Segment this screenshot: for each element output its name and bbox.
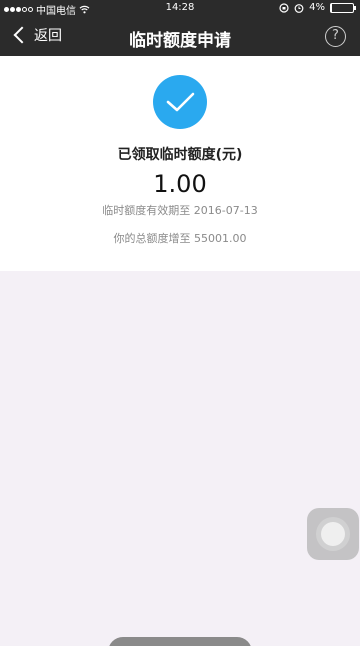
- expiry-text: 临时额度有效期至 2016-07-13: [102, 204, 258, 217]
- status-right: 4%: [279, 2, 356, 13]
- nav-bar: 返回 临时额度申请 ?: [0, 17, 360, 56]
- result-headline: 已领取临时额度(元): [117, 147, 243, 163]
- limit-amount: 1.00: [153, 170, 207, 198]
- help-icon[interactable]: ?: [325, 26, 346, 47]
- total-limit-text: 你的总额度增至 55001.00: [113, 232, 247, 245]
- battery-percent: 4%: [309, 2, 325, 13]
- alarm-icon: [294, 3, 304, 13]
- status-bar: 中国电信 14:28 4%: [0, 0, 360, 17]
- battery-icon: [330, 2, 356, 13]
- result-card: 已领取临时额度(元) 1.00 临时额度有效期至 2016-07-13 你的总额…: [0, 56, 360, 271]
- page-title: 临时额度申请: [129, 31, 231, 51]
- lock-rotation-icon: [279, 2, 289, 13]
- assistive-touch-button[interactable]: [307, 508, 359, 560]
- success-check-icon: [153, 75, 207, 129]
- bottom-action-button[interactable]: [108, 637, 252, 646]
